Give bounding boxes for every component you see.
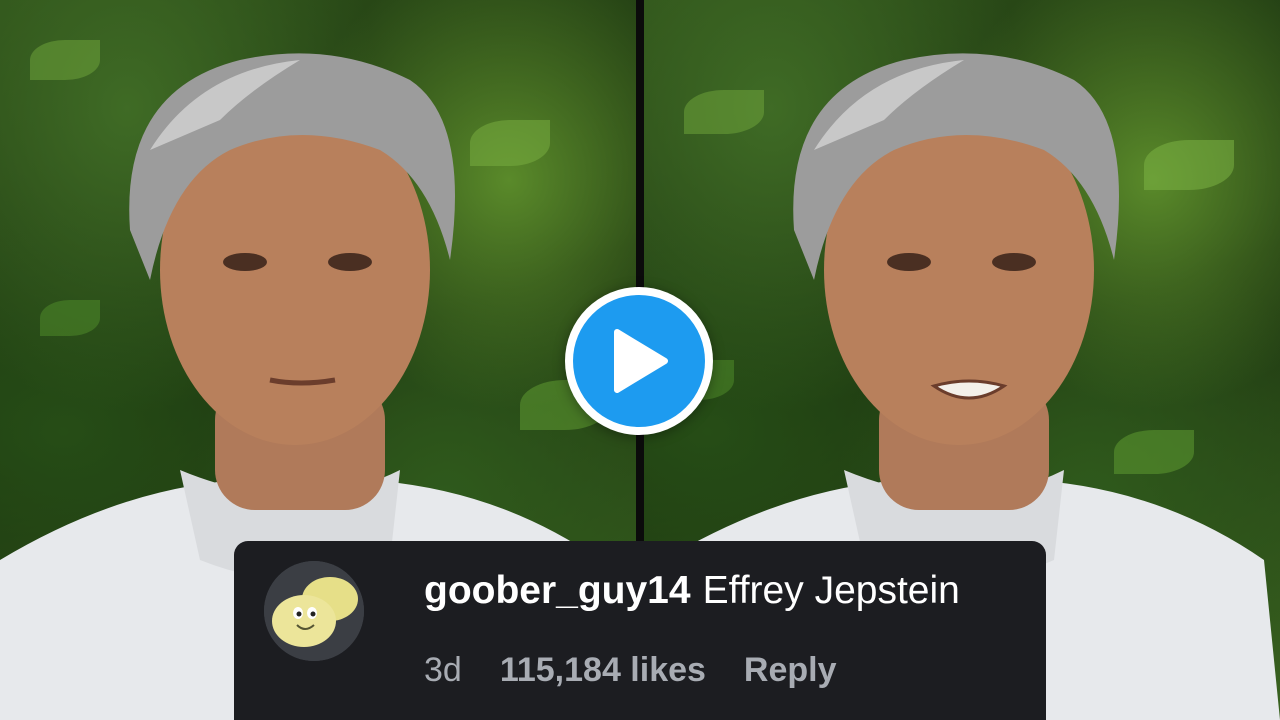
play-button[interactable] bbox=[565, 287, 713, 435]
play-icon bbox=[614, 329, 668, 393]
play-button-disc[interactable] bbox=[573, 295, 705, 427]
reply-button[interactable]: Reply bbox=[744, 651, 837, 689]
comment-time-ago: 3d bbox=[424, 651, 462, 689]
comment-text: Effrey Jepstein bbox=[702, 569, 960, 612]
comment-like-count[interactable]: 115,184 likes bbox=[500, 651, 706, 689]
comment-meta: 3d 115,184 likes Reply bbox=[424, 651, 875, 690]
smiling-eggs-avatar-icon bbox=[264, 561, 364, 661]
comment-username[interactable]: goober_guy14 bbox=[424, 569, 691, 612]
comment-line: goober_guy14 Effrey Jepstein bbox=[424, 569, 960, 613]
avatar[interactable] bbox=[264, 561, 364, 661]
comment-card: goober_guy14 Effrey Jepstein 3d 115,184 li… bbox=[234, 541, 1046, 720]
